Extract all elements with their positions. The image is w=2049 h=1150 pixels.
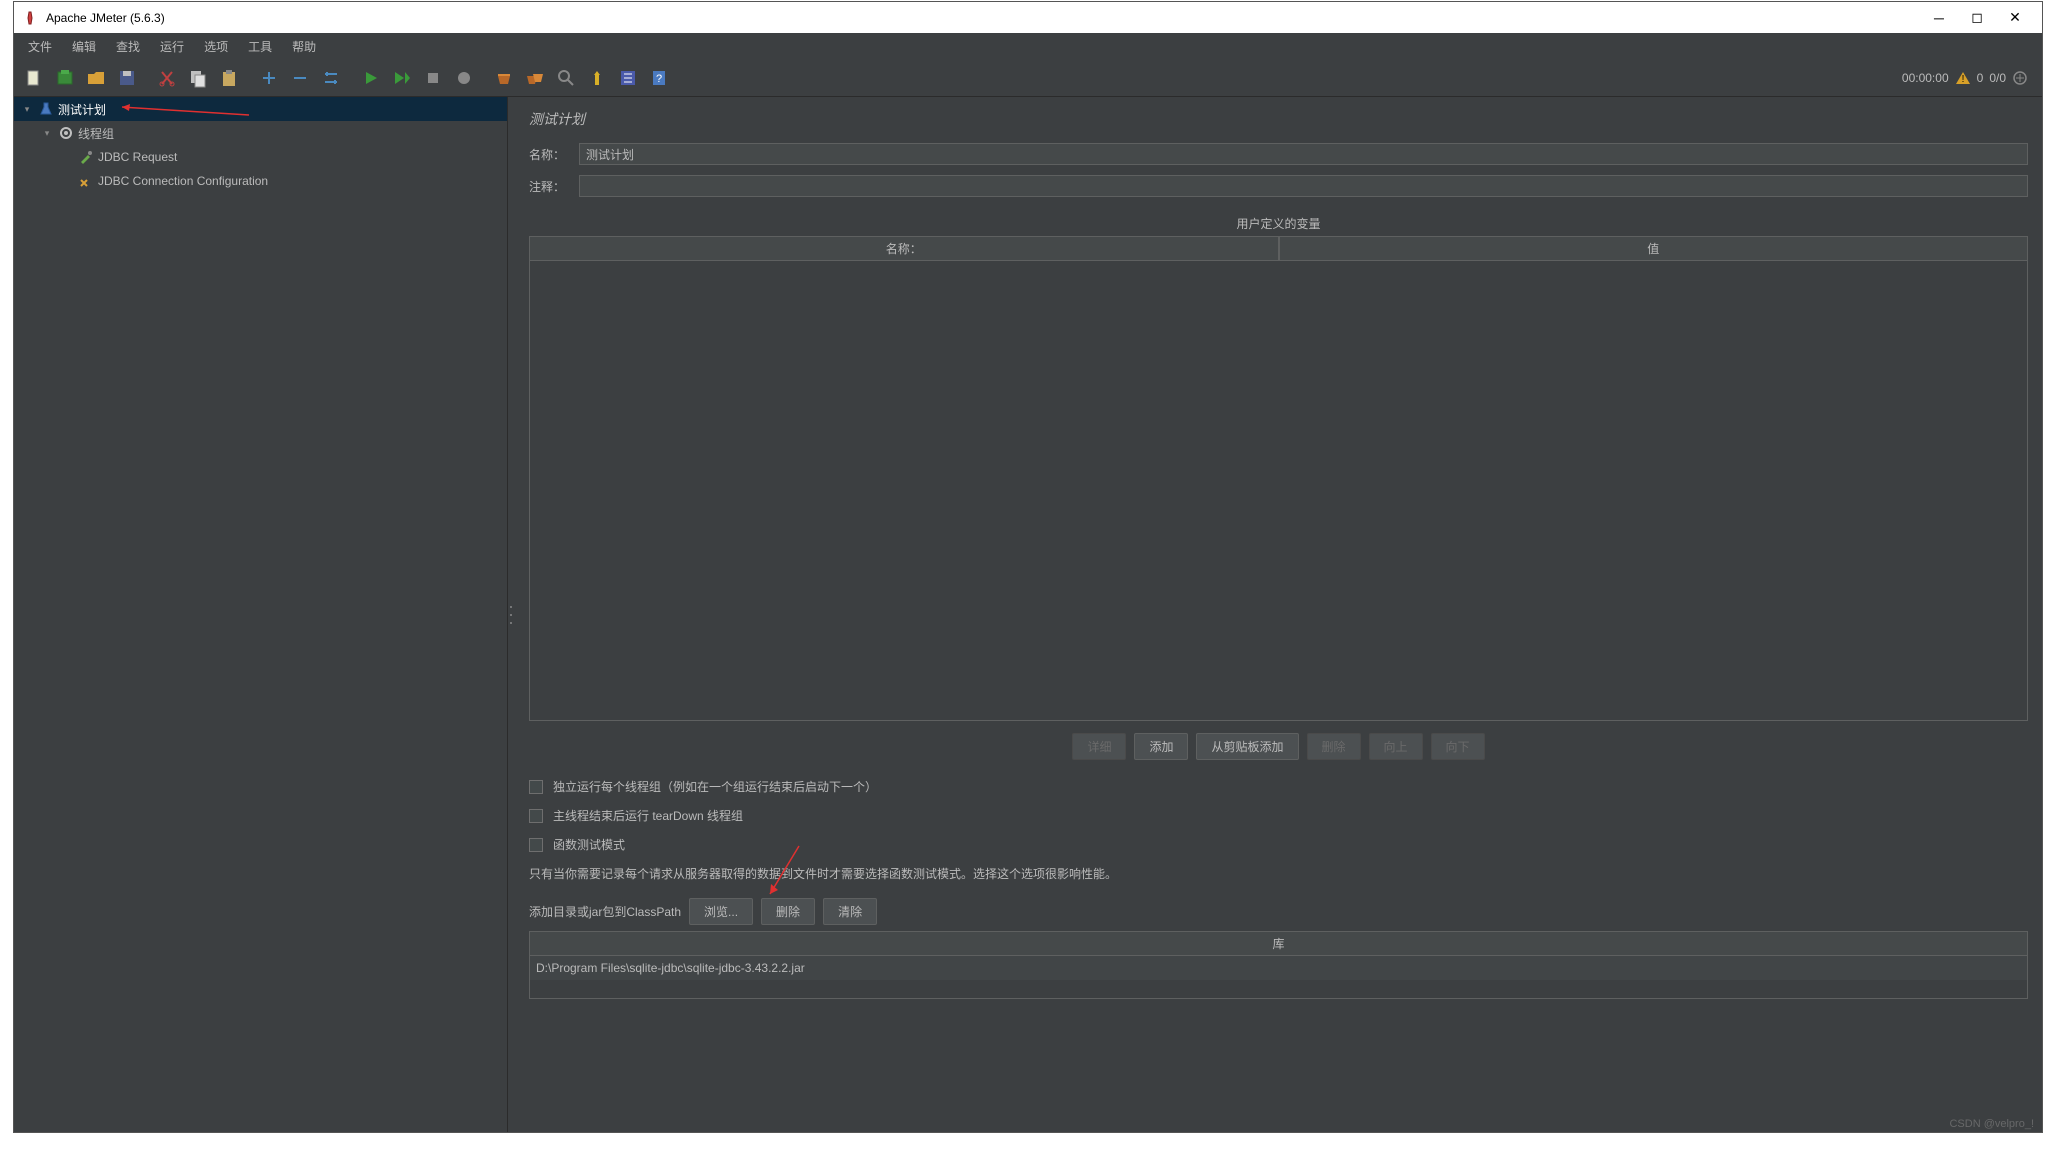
- col-name-header[interactable]: 名称：: [529, 236, 1279, 261]
- threads-icon: [2012, 70, 2028, 86]
- lib-table: 库 D:\Program Files\sqlite-jdbc\sqlite-jd…: [529, 931, 2028, 999]
- titlebar: Apache JMeter (5.6.3) ─ ◻ ✕: [14, 2, 2042, 33]
- svg-text:?: ?: [656, 73, 662, 85]
- save-icon[interactable]: [113, 64, 141, 92]
- check-label-1: 独立运行每个线程组（例如在一个组运行结束后启动下一个）: [553, 778, 877, 795]
- down-button[interactable]: 向下: [1431, 733, 1485, 760]
- clear-all-icon[interactable]: [521, 64, 549, 92]
- minimize-button[interactable]: ─: [1932, 11, 1946, 25]
- content-panel: 测试计划 名称： 注释： 用户定义的变量 名称： 值 详细 添加 从剪贴板: [515, 97, 2042, 1132]
- dropper-icon: [78, 149, 94, 165]
- check-label-2: 主线程结束后运行 tearDown 线程组: [553, 807, 743, 824]
- vars-table-body[interactable]: [529, 261, 2028, 721]
- chevron-down-icon[interactable]: ▾: [20, 104, 34, 115]
- warning-icon[interactable]: !: [1955, 70, 1971, 86]
- open-icon[interactable]: [82, 64, 110, 92]
- checkbox-functional[interactable]: [529, 838, 543, 852]
- tree-jdbc-config[interactable]: JDBC Connection Configuration: [14, 169, 507, 193]
- tree-label: 测试计划: [58, 101, 106, 118]
- up-button[interactable]: 向上: [1369, 733, 1423, 760]
- help-text: 只有当你需要记录每个请求从服务器取得的数据到文件时才需要选择函数测试模式。选择这…: [529, 859, 2028, 892]
- tree-label: JDBC Connection Configuration: [98, 174, 268, 188]
- add-from-clipboard-button[interactable]: 从剪贴板添加: [1196, 733, 1298, 760]
- error-count: 0: [1977, 71, 1984, 85]
- expand-icon[interactable]: [255, 64, 283, 92]
- start-icon[interactable]: [357, 64, 385, 92]
- menu-edit[interactable]: 编辑: [64, 36, 104, 57]
- clear-jar-button[interactable]: 清除: [823, 898, 877, 925]
- classpath-label: 添加目录或jar包到ClassPath: [529, 903, 681, 920]
- copy-icon[interactable]: [184, 64, 212, 92]
- checkbox-independent[interactable]: [529, 780, 543, 794]
- menubar: 文件 编辑 查找 运行 选项 工具 帮助: [14, 33, 2042, 59]
- paste-icon[interactable]: [215, 64, 243, 92]
- menu-tools[interactable]: 工具: [240, 36, 280, 57]
- cut-icon[interactable]: [153, 64, 181, 92]
- chevron-down-icon[interactable]: ▾: [40, 128, 54, 139]
- toolbar: ? 00:00:00 ! 0 0/0: [14, 59, 2042, 97]
- add-button[interactable]: 添加: [1134, 733, 1188, 760]
- tree-label: JDBC Request: [98, 150, 177, 164]
- stop-icon[interactable]: [419, 64, 447, 92]
- new-icon[interactable]: [20, 64, 48, 92]
- toggle-icon[interactable]: [317, 64, 345, 92]
- tree-test-plan[interactable]: ▾ 测试计划: [14, 97, 507, 121]
- help-icon[interactable]: ?: [645, 64, 673, 92]
- comment-input[interactable]: [579, 175, 2028, 197]
- detail-button[interactable]: 详细: [1072, 733, 1126, 760]
- wrench-icon: [78, 173, 94, 189]
- clear-icon[interactable]: [490, 64, 518, 92]
- elapsed-time: 00:00:00: [1902, 71, 1949, 85]
- menu-search[interactable]: 查找: [108, 36, 148, 57]
- panel-title: 测试计划: [529, 109, 2028, 129]
- tree-thread-group[interactable]: ▾ 线程组: [14, 121, 507, 145]
- thread-count: 0/0: [1989, 71, 2006, 85]
- templates-icon[interactable]: [51, 64, 79, 92]
- name-input[interactable]: [579, 143, 2028, 165]
- search-icon[interactable]: [552, 64, 580, 92]
- svg-text:!: !: [1961, 74, 1964, 85]
- splitter[interactable]: [508, 97, 515, 1132]
- gear-icon: [58, 125, 74, 141]
- function-helper-icon[interactable]: [614, 64, 642, 92]
- lib-row[interactable]: D:\Program Files\sqlite-jdbc\sqlite-jdbc…: [530, 956, 2027, 980]
- jmeter-icon: [22, 10, 38, 26]
- name-label: 名称：: [529, 146, 569, 163]
- delete-jar-button[interactable]: 删除: [761, 898, 815, 925]
- lib-empty-row: [530, 980, 2027, 998]
- tree-panel: ▾ 测试计划 ▾ 线程组 JDBC Request JDBC Connectio…: [14, 97, 508, 1132]
- menu-help[interactable]: 帮助: [284, 36, 324, 57]
- tree-jdbc-request[interactable]: JDBC Request: [14, 145, 507, 169]
- reset-search-icon[interactable]: [583, 64, 611, 92]
- maximize-button[interactable]: ◻: [1970, 11, 1984, 25]
- flask-icon: [38, 101, 54, 117]
- menu-run[interactable]: 运行: [152, 36, 192, 57]
- checkbox-teardown[interactable]: [529, 809, 543, 823]
- tree-label: 线程组: [78, 125, 114, 142]
- menu-file[interactable]: 文件: [20, 36, 60, 57]
- watermark: CSDN @velpro_!: [1949, 1118, 2034, 1130]
- comment-label: 注释：: [529, 178, 569, 195]
- window-title: Apache JMeter (5.6.3): [46, 11, 1932, 25]
- vars-table: 名称： 值: [529, 236, 2028, 721]
- browse-button[interactable]: 浏览...: [689, 898, 753, 925]
- collapse-icon[interactable]: [286, 64, 314, 92]
- delete-button[interactable]: 删除: [1307, 733, 1361, 760]
- lib-header[interactable]: 库: [530, 932, 2027, 956]
- col-value-header[interactable]: 值: [1279, 236, 2029, 261]
- start-no-timers-icon[interactable]: [388, 64, 416, 92]
- check-label-3: 函数测试模式: [553, 836, 625, 853]
- menu-options[interactable]: 选项: [196, 36, 236, 57]
- close-button[interactable]: ✕: [2008, 11, 2022, 25]
- vars-section-header: 用户定义的变量: [529, 207, 2028, 236]
- shutdown-icon[interactable]: [450, 64, 478, 92]
